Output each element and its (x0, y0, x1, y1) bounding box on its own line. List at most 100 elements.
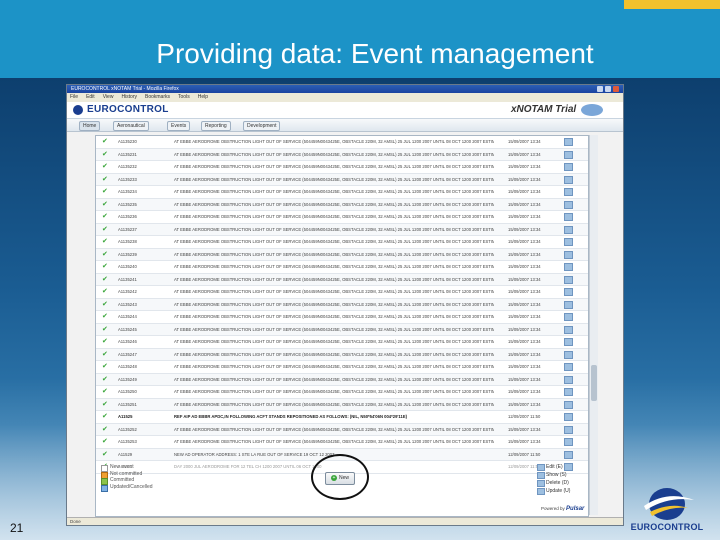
table-row[interactable]: ✔ A1135251 AT EBBE AERODROME OBSTRUCTION L… (96, 398, 588, 411)
row-date: 15/09/2007 13:34 (508, 326, 541, 332)
table-row[interactable]: ✔ A1135249 AT EBBE AERODROME OBSTRUCTION L… (96, 373, 588, 386)
tab-aeronautical[interactable]: Aeronautical (113, 121, 149, 131)
table-row[interactable]: ✔ A1135232 AT EBBE AERODROME OBSTRUCTION L… (96, 161, 588, 174)
row-id: A1135252 (118, 426, 137, 432)
tab-reporting[interactable]: Reporting (201, 121, 231, 131)
accent-corner (624, 0, 720, 9)
table-row[interactable]: ✔ A1135235 AT EBBE AERODROME OBSTRUCTION L… (96, 198, 588, 211)
edit-icon[interactable] (564, 175, 573, 184)
table-row[interactable]: ✔ A1135243 AT EBBE AERODROME OBSTRUCTION L… (96, 298, 588, 311)
edit-icon[interactable] (564, 188, 573, 196)
action-update-button[interactable]: Update (U) (537, 487, 570, 495)
legend-label: New event (110, 464, 134, 470)
table-row[interactable]: ✔ A1135234 AT EBBE AERODROME OBSTRUCTION L… (96, 186, 588, 199)
browser-window: EUROCONTROL xNOTAM Trial - Mozilla Firef… (66, 84, 624, 526)
row-text: AT EBBE AERODROME OBSTRUCTION LIGHT OUT … (174, 376, 494, 382)
menu-item-history[interactable]: History (121, 94, 137, 100)
table-row[interactable]: ✔ A1135236 AT EBBE AERODROME OBSTRUCTION L… (96, 211, 588, 224)
table-row[interactable]: ✔ A1135253 AT EBBE AERODROME OBSTRUCTION L… (96, 436, 588, 449)
close-icon[interactable] (613, 86, 619, 92)
row-date: 15/09/2007 13:34 (508, 289, 541, 294)
action-icon (537, 472, 545, 479)
edit-icon[interactable] (564, 438, 573, 446)
scrollbar-thumb[interactable] (591, 365, 597, 401)
table-row[interactable]: ✔ A1135242 AT EBBE AERODROME OBSTRUCTION L… (96, 286, 588, 299)
edit-icon[interactable] (564, 338, 573, 346)
edit-icon[interactable] (564, 300, 573, 309)
table-row[interactable]: ✔ A1135241 AT EBBE AERODROME OBSTRUCTION L… (96, 273, 588, 286)
edit-icon[interactable] (564, 250, 573, 259)
edit-icon[interactable] (564, 263, 573, 271)
menu-item-help[interactable]: Help (198, 94, 208, 100)
edit-icon[interactable] (564, 388, 573, 396)
action-edit-button[interactable]: Edit (E) (537, 463, 570, 471)
edit-icon[interactable] (564, 313, 573, 321)
table-row[interactable]: ✔ A1135252 AT EBBE AERODROME OBSTRUCTION L… (96, 423, 588, 436)
table-row[interactable]: ✔ A1135246 AT EBBE AERODROME OBSTRUCTION L… (96, 336, 588, 349)
action-delete-button[interactable]: Delete (D) (537, 479, 570, 487)
row-text: AT EBBE AERODROME OBSTRUCTION LIGHT OUT … (174, 264, 494, 269)
table-row[interactable]: ✔ A1135231 AT EBBE AERODROME OBSTRUCTION L… (96, 148, 588, 161)
menu-item-bookmarks[interactable]: Bookmarks (145, 94, 170, 100)
edit-icon[interactable] (564, 325, 573, 334)
edit-icon[interactable] (564, 288, 573, 296)
table-row[interactable]: ✔ A1135247 AT EBBE AERODROME OBSTRUCTION L… (96, 348, 588, 361)
table-row[interactable]: ✔ A1135245 AT EBBE AERODROME OBSTRUCTION L… (96, 323, 588, 336)
table-row[interactable]: ✔ A1135230 AT EBBE AERODROME OBSTRUCTION L… (96, 136, 588, 149)
edit-icon[interactable] (564, 413, 573, 421)
row-text: AT EBBE AERODROME OBSTRUCTION LIGHT OUT … (174, 251, 494, 257)
action-show-button[interactable]: Show (S) (537, 471, 570, 479)
add-icon: + (330, 474, 337, 481)
row-id: A1135239 (118, 251, 137, 257)
action-icon (537, 464, 545, 471)
tab-events[interactable]: Events (167, 121, 191, 131)
table-row[interactable]: ✔ A1135238 AT EBBE AERODROME OBSTRUCTION L… (96, 236, 588, 249)
edit-icon[interactable] (564, 425, 573, 434)
table-row[interactable]: ✔ A1135237 AT EBBE AERODROME OBSTRUCTION L… (96, 223, 588, 236)
edit-icon[interactable] (564, 200, 573, 209)
browser-statusbar: Done (67, 517, 623, 525)
minimize-icon[interactable] (597, 86, 603, 92)
row-text: AT EBBE AERODROME OBSTRUCTION LIGHT OUT … (174, 139, 494, 144)
tab-development[interactable]: Development (243, 121, 281, 131)
edit-icon[interactable] (564, 238, 573, 246)
grid-scrollbar[interactable] (589, 135, 598, 515)
edit-icon[interactable] (564, 450, 573, 459)
table-row[interactable]: ✔ A1135248 AT EBBE AERODROME OBSTRUCTION L… (96, 361, 588, 374)
row-text: AT EBBE AERODROME OBSTRUCTION LIGHT OUT … (174, 326, 494, 332)
row-date: 15/09/2007 13:34 (508, 139, 541, 144)
table-row[interactable]: ✔ A1135250 AT EBBE AERODROME OBSTRUCTION L… (96, 386, 588, 399)
table-row[interactable]: ✔ A1135244 AT EBBE AERODROME OBSTRUCTION L… (96, 311, 588, 324)
row-id: A1135253 (118, 439, 137, 444)
new-event-button[interactable]: + New (325, 472, 355, 485)
edit-icon[interactable] (564, 163, 573, 171)
maximize-icon[interactable] (605, 86, 611, 92)
tab-home[interactable]: Home (79, 121, 101, 131)
row-text: AT EBBE AERODROME OBSTRUCTION LIGHT OUT … (174, 164, 494, 169)
action-label: Delete (D) (546, 480, 569, 486)
edit-icon[interactable] (564, 363, 573, 371)
edit-icon[interactable] (564, 375, 573, 384)
edit-icon[interactable] (564, 213, 573, 221)
menu-item-file[interactable]: File (70, 94, 78, 100)
table-row[interactable]: ✔ A11525 REF AIP AD EBBR APDC,IN FOLLOWING… (96, 411, 588, 424)
legend-label: Updated/Cancelled (110, 483, 153, 490)
table-row[interactable]: ✔ A1135239 AT EBBE AERODROME OBSTRUCTION L… (96, 248, 588, 261)
check-icon: ✔ (102, 413, 108, 420)
menu-item-view[interactable]: View (103, 94, 114, 100)
edit-icon[interactable] (564, 400, 573, 409)
row-id: A1135241 (118, 276, 137, 282)
edit-icon[interactable] (564, 138, 573, 146)
table-row[interactable]: ✔ A1135233 AT EBBE AERODROME OBSTRUCTION L… (96, 173, 588, 186)
check-icon: ✔ (102, 175, 108, 183)
menu-item-tools[interactable]: Tools (178, 94, 190, 100)
check-icon: ✔ (102, 263, 108, 270)
powered-by: Powered by Pulsar (541, 506, 584, 512)
edit-icon[interactable] (564, 350, 573, 359)
row-date: 15/09/2007 13:34 (508, 189, 541, 194)
edit-icon[interactable] (564, 150, 573, 159)
edit-icon[interactable] (564, 275, 573, 284)
table-row[interactable]: ✔ A1135240 AT EBBE AERODROME OBSTRUCTION L… (96, 261, 588, 274)
edit-icon[interactable] (564, 225, 573, 234)
menu-item-edit[interactable]: Edit (86, 94, 95, 100)
